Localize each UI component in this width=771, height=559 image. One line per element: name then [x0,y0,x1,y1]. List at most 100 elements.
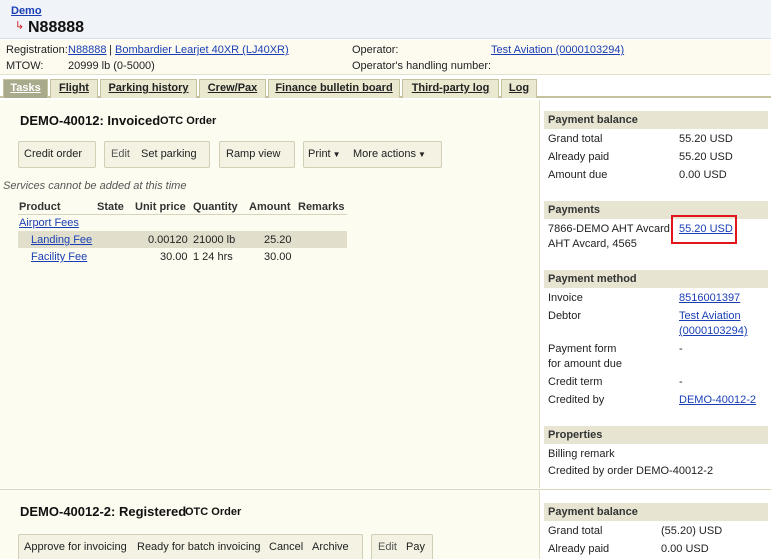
mtow-label: MTOW: [6,60,44,72]
debtor-label: Debtor [548,310,582,322]
ramp-view-group: Ramp view [219,141,295,168]
payment-line-1: 7866-DEMO AHT Avcard [548,223,670,235]
edit-group: Edit Set parking [104,141,210,168]
print-button[interactable]: Print ▼ [308,148,341,160]
order-type: OTC Order [160,115,217,127]
approve-invoicing-button[interactable]: Approve for invoicing [24,541,127,553]
more-actions-label: More actions [353,148,416,160]
tab-log[interactable]: Log [501,79,537,98]
tab-crew-pax[interactable]: Crew/Pax [199,79,266,98]
already-paid-label-2: Already paid [548,543,610,555]
tab-parking-history[interactable]: Parking history [100,79,197,98]
quantity: 21000 lb [193,234,236,246]
col-amount: Amount [249,201,291,213]
registration-link[interactable]: N88888 [68,44,107,56]
breadcrumb-link[interactable]: Demo [11,5,42,17]
finance-sidebar-2: Payment balance Grand total (55.20) USD … [539,489,771,559]
credited-by-order: Credited by order DEMO-40012-2 [548,465,714,477]
mtow-value: 20999 lb (0-5000) [68,60,155,72]
return-arrow-icon: ↳ [15,20,25,32]
tab-finance-bulletin-board[interactable]: Finance bulletin board [268,79,400,98]
registration-label: Registration: [6,44,68,56]
ramp-view-button[interactable]: Ramp view [226,148,280,160]
set-parking-button[interactable]: Set parking [141,148,197,160]
more-actions-button[interactable]: More actions ▼ [353,148,426,160]
order-title-2: DEMO-40012-2: Registered [20,504,187,519]
grand-total-value-2: (55.20) USD [661,525,723,537]
invoice-label: Invoice [548,292,583,304]
col-state: State [97,201,124,213]
tab-bar: Tasks Flight Parking history Crew/Pax Fi… [0,79,771,98]
product-facility-fee[interactable]: Facility Fee [31,251,87,263]
edit-button-2[interactable]: Edit [378,541,397,553]
operator-link[interactable]: Test Aviation (0000103294) [491,44,624,56]
print-label: Print [308,148,331,160]
amount-due-value: 0.00 USD [679,169,727,181]
grand-total-value: 55.20 USD [679,133,733,145]
amount-due-label: Amount due [548,169,608,181]
payment-balance-header: Payment balance [544,111,768,129]
order-title: DEMO-40012: Invoiced [20,113,161,128]
table-row[interactable]: Landing Fee 0.00120 21000 lb 25.20 [18,231,347,248]
order-panel-2: DEMO-40012-2: Registered OTC Order Appro… [0,489,539,559]
order-type-2: OTC Order [185,506,242,518]
billing-remark: Billing remark [548,448,615,460]
credit-term-label: Credit term [548,376,603,388]
caret-down-icon: ▼ [417,150,426,159]
col-product: Product [19,201,61,213]
grand-total-label-2: Grand total [548,525,603,537]
tab-tasks[interactable]: Tasks [3,79,48,98]
unit-price: 30.00 [160,251,188,263]
col-quantity: Quantity [193,201,238,213]
invoice-link[interactable]: 8516001397 [679,292,740,304]
edit-button[interactable]: Edit [111,148,130,160]
aircraft-info: Registration: N88888 | Bombardier Learje… [0,40,771,75]
amount: 30.00 [264,251,292,263]
credit-order-group: Credit order [18,141,96,168]
col-remarks: Remarks [298,201,345,213]
tab-third-party-log[interactable]: Third-party log [402,79,499,98]
payment-form-value: - [679,343,683,355]
archive-button[interactable]: Archive [312,541,349,553]
debtor-link[interactable]: Test Aviation [679,310,741,322]
credit-order-button[interactable]: Credit order [24,148,82,160]
unit-price: 0.00120 [148,234,188,246]
separator: | [109,44,112,56]
payment-form-label: Payment form [548,343,617,355]
product-landing-fee[interactable]: Landing Fee [31,234,92,246]
finance-sidebar: Payment balance Grand total 55.20 USD Al… [539,100,771,488]
page-title: N88888 [28,19,85,36]
order2-edit-group: Edit Pay [371,534,433,559]
tab-flight[interactable]: Flight [50,79,98,98]
services-notice: Services cannot be added at this time [3,180,187,192]
cancel-button[interactable]: Cancel [269,541,303,553]
table-row[interactable]: Facility Fee 30.00 1 24 hrs 30.00 [18,248,347,265]
page-header: Demo ↳ N88888 [0,0,771,39]
properties-header: Properties [544,426,768,444]
credit-term-value: - [679,376,683,388]
payment-balance-header-2: Payment balance [544,503,768,521]
operator-label: Operator: [352,44,399,56]
highlight-box [671,215,737,244]
handling-number-label: Operator's handling number: [352,60,492,72]
aircraft-type-link[interactable]: Bombardier Learjet 40XR (LJ40XR) [115,44,289,56]
col-unit-price: Unit price [135,201,186,213]
already-paid-value: 55.20 USD [679,151,733,163]
payment-form-label-2: for amount due [548,358,622,370]
grand-total-label: Grand total [548,133,603,145]
quantity: 1 24 hrs [193,251,233,263]
caret-down-icon: ▼ [332,150,341,159]
credited-by-link[interactable]: DEMO-40012-2 [679,394,756,406]
credited-by-label: Credited by [548,394,605,406]
debtor-link-id[interactable]: (0000103294) [679,325,748,337]
amount: 25.20 [264,234,292,246]
already-paid-label: Already paid [548,151,610,163]
pay-button[interactable]: Pay [406,541,425,553]
table-divider [18,214,347,215]
order-panel: DEMO-40012: Invoiced OTC Order Credit or… [0,100,539,488]
ready-batch-invoicing-button[interactable]: Ready for batch invoicing [137,541,261,553]
order2-actions-group: Approve for invoicing Ready for batch in… [18,534,363,559]
print-actions-group: Print ▼ More actions ▼ [303,141,442,168]
payment-method-header: Payment method [544,270,768,288]
group-airport-fees[interactable]: Airport Fees [19,217,79,229]
